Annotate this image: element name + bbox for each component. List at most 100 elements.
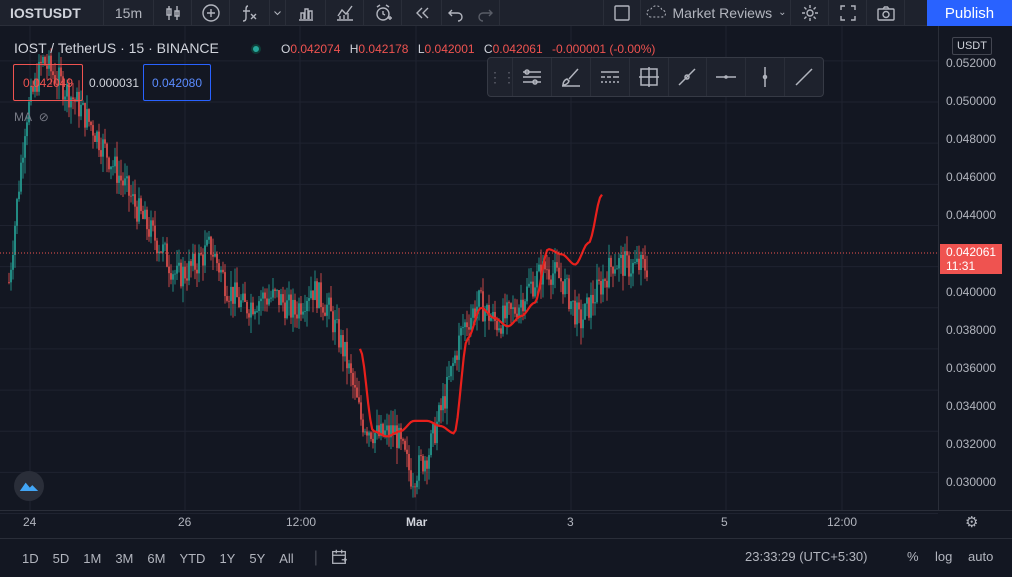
candle-body bbox=[272, 289, 274, 298]
sell-button[interactable]: 0.042049 bbox=[13, 64, 83, 101]
candle-body bbox=[110, 166, 112, 170]
range-ytd[interactable]: YTD bbox=[179, 551, 205, 566]
candle-body bbox=[240, 300, 242, 308]
indicators-icon[interactable] bbox=[230, 0, 270, 26]
camera-icon[interactable] bbox=[867, 0, 905, 26]
time-axis[interactable] bbox=[0, 510, 1012, 534]
template-lines-icon[interactable] bbox=[512, 58, 551, 96]
chevron-down-icon[interactable] bbox=[270, 0, 286, 26]
log-toggle[interactable]: log bbox=[935, 549, 952, 564]
currency-unit-button[interactable]: USDT bbox=[952, 37, 992, 55]
ray-line-icon[interactable] bbox=[784, 58, 823, 96]
candle-body bbox=[552, 273, 554, 285]
candle-body bbox=[460, 328, 462, 336]
last-price-tag: 0.042061 11:31 bbox=[940, 244, 1002, 274]
time-label: 24 bbox=[23, 515, 37, 529]
range-5y[interactable]: 5Y bbox=[249, 551, 265, 566]
candle-body bbox=[458, 335, 460, 360]
range-all[interactable]: All bbox=[279, 551, 293, 566]
candle-body bbox=[228, 300, 230, 302]
line-style-icon[interactable] bbox=[589, 58, 629, 96]
candle-body bbox=[496, 320, 498, 331]
range-5d[interactable]: 5D bbox=[53, 551, 70, 566]
layout-square-icon[interactable] bbox=[603, 0, 641, 26]
publish-button[interactable]: Publish bbox=[927, 0, 1012, 26]
candle-body bbox=[360, 402, 362, 420]
fullscreen-icon[interactable] bbox=[829, 0, 867, 26]
candle-body bbox=[14, 225, 16, 255]
candle-body bbox=[598, 279, 600, 282]
candle-body bbox=[486, 304, 488, 311]
hidden-eye-icon[interactable]: ⊘ bbox=[39, 110, 49, 124]
trend-line-icon[interactable] bbox=[667, 58, 707, 96]
templates-icon[interactable] bbox=[326, 0, 364, 26]
candle-body bbox=[180, 262, 182, 287]
range-1m[interactable]: 1M bbox=[83, 551, 101, 566]
chart-title[interactable]: IOST / TetherUS · 15 · BINANCE bbox=[14, 40, 219, 56]
candle-body bbox=[426, 460, 428, 469]
symbol-search[interactable]: IOSTUSDT bbox=[0, 0, 104, 26]
candle-body bbox=[22, 157, 24, 163]
candle-body bbox=[304, 311, 306, 312]
candle-body bbox=[16, 199, 18, 226]
drag-handle-icon[interactable]: ⋮⋮ bbox=[488, 69, 516, 86]
buy-button[interactable]: 0.042080 bbox=[143, 64, 211, 101]
percent-toggle[interactable]: % bbox=[907, 549, 919, 564]
candle-body bbox=[440, 405, 442, 411]
candles-chart-type-icon[interactable] bbox=[154, 0, 192, 26]
vertical-line-icon[interactable] bbox=[745, 58, 784, 96]
high-value: 0.042178 bbox=[358, 42, 409, 56]
financials-icon[interactable] bbox=[286, 0, 326, 26]
candle-body bbox=[264, 292, 266, 299]
range-3m[interactable]: 3M bbox=[115, 551, 133, 566]
candle-body bbox=[82, 102, 84, 105]
candle-body bbox=[156, 240, 158, 254]
range-1d[interactable]: 1D bbox=[22, 551, 39, 566]
compare-add-icon[interactable] bbox=[192, 0, 230, 26]
interval-selector[interactable]: 15m bbox=[104, 0, 154, 26]
go-to-date-icon[interactable] bbox=[330, 548, 348, 569]
chevron-down-icon: ⌄ bbox=[778, 7, 787, 18]
candle-body bbox=[262, 292, 264, 299]
ma-indicator-legend[interactable]: MA ⊘ bbox=[14, 110, 49, 124]
range-6m[interactable]: 6M bbox=[147, 551, 165, 566]
replay-icon[interactable] bbox=[402, 0, 442, 26]
candle-body bbox=[212, 254, 214, 257]
candle-body bbox=[170, 273, 172, 280]
undo-icon[interactable] bbox=[442, 0, 470, 26]
candle-body bbox=[208, 236, 210, 240]
candle-body bbox=[190, 261, 192, 266]
candle-body bbox=[630, 273, 632, 277]
alert-icon[interactable] bbox=[364, 0, 402, 26]
brush-icon[interactable] bbox=[550, 58, 590, 96]
candle-body bbox=[622, 254, 624, 276]
auto-toggle[interactable]: auto bbox=[968, 549, 993, 564]
candle-body bbox=[420, 455, 422, 457]
range-1y[interactable]: 1Y bbox=[219, 551, 235, 566]
time-label: 12:00 bbox=[827, 515, 858, 529]
time-label: 26 bbox=[178, 515, 192, 529]
crosshair-settings-icon[interactable] bbox=[628, 58, 668, 96]
candle-body bbox=[8, 282, 10, 283]
candle-body bbox=[472, 308, 474, 318]
candle-body bbox=[450, 366, 452, 377]
candle-body bbox=[644, 259, 646, 271]
bar-countdown: 11:31 bbox=[946, 259, 976, 273]
price-label: 0.040000 bbox=[946, 285, 997, 299]
redo-icon[interactable] bbox=[470, 0, 500, 26]
tradingview-logo-icon[interactable] bbox=[14, 471, 44, 501]
candle-body bbox=[536, 271, 538, 288]
candle-body bbox=[374, 432, 376, 444]
candle-body bbox=[318, 282, 320, 309]
market-status-icon[interactable] bbox=[251, 44, 261, 54]
axis-settings-gear-icon[interactable]: ⚙ bbox=[965, 513, 978, 531]
divider: | bbox=[313, 549, 318, 566]
time-label: 5 bbox=[721, 515, 728, 529]
settings-gear-icon[interactable] bbox=[791, 0, 829, 26]
horizontal-line-icon[interactable] bbox=[706, 58, 745, 96]
candle-body bbox=[296, 314, 298, 319]
price-chart[interactable] bbox=[0, 26, 1012, 536]
layout-name-button[interactable]: Market Reviews ⌄ bbox=[641, 0, 791, 26]
timezone-clock[interactable]: 23:33:29 (UTC+5:30) bbox=[745, 549, 867, 564]
candle-body bbox=[324, 312, 326, 316]
